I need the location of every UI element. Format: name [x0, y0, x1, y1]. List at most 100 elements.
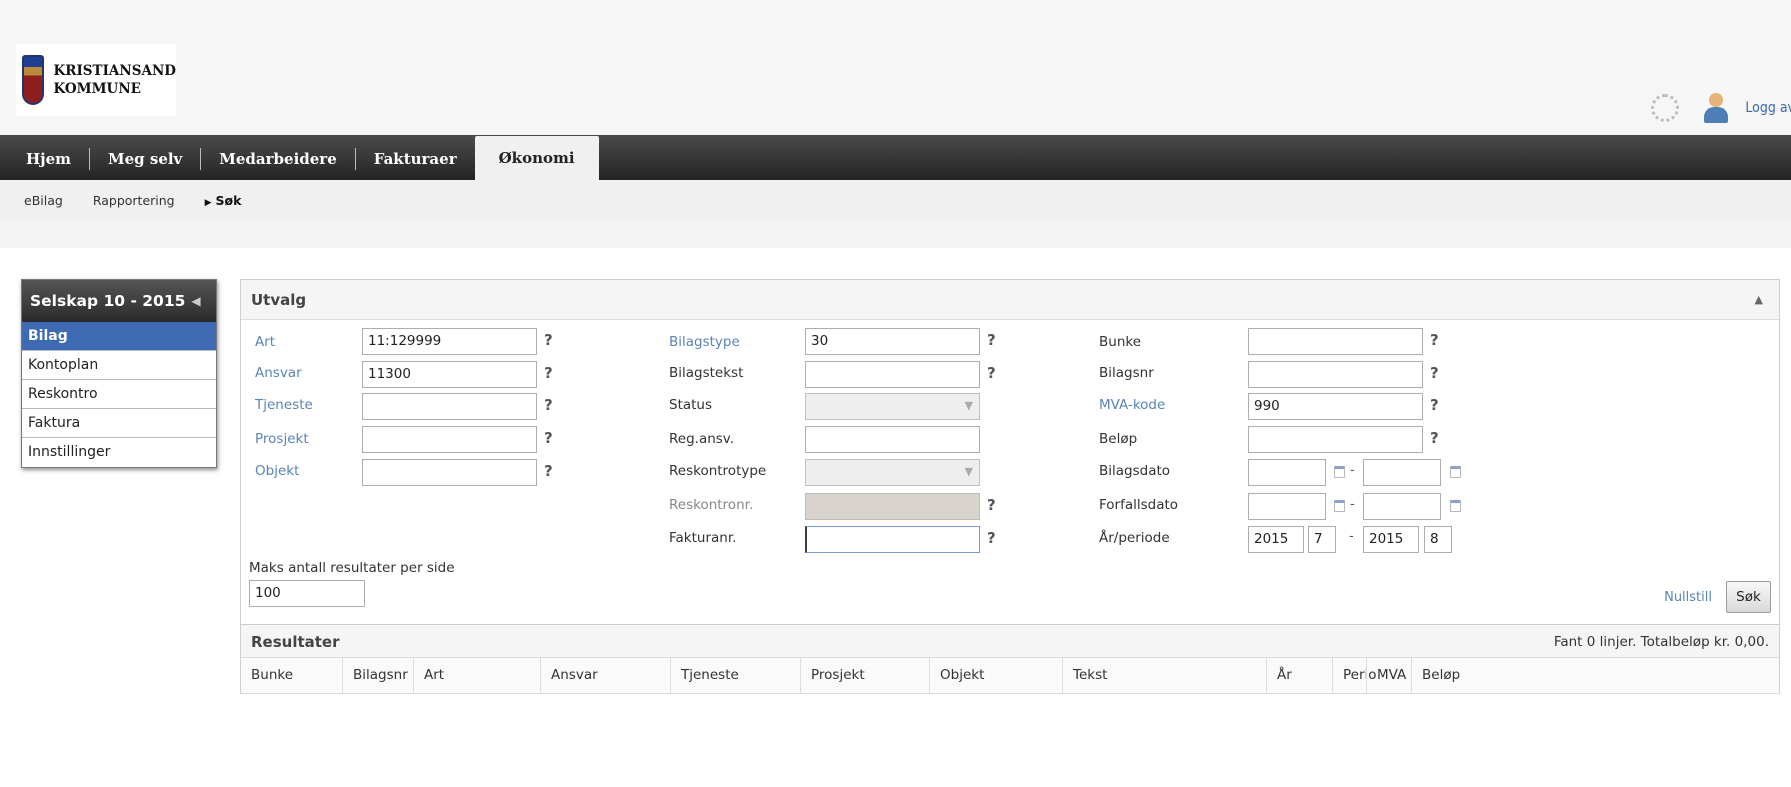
input-prosjekt[interactable] [362, 426, 537, 453]
label-prosjekt[interactable]: Prosjekt [255, 431, 309, 447]
input-bilagsnr[interactable] [1248, 361, 1423, 388]
left-menu-item-innstillinger[interactable]: Innstillinger [22, 438, 216, 467]
reset-link[interactable]: Nullstill [1664, 590, 1712, 605]
nav-item-meg-selv[interactable]: Meg selv [90, 138, 200, 180]
label-bilagsdato: Bilagsdato [1099, 463, 1171, 479]
left-menu-item-faktura[interactable]: Faktura [22, 409, 216, 438]
subnav-item-ebilag[interactable]: eBilag [24, 193, 63, 208]
left-menu-item-bilag[interactable]: Bilag [22, 322, 216, 351]
col-header-bunke[interactable]: Bunke [241, 658, 342, 694]
logout-link[interactable]: Logg av [1745, 100, 1791, 116]
input-bilagsdato-to[interactable] [1363, 459, 1441, 486]
label-forfallsdato: Forfallsdato [1099, 497, 1179, 513]
subnav-item-sok[interactable]: ▶ Søk [205, 193, 242, 208]
nav-item-medarbeidere[interactable]: Medarbeidere [201, 138, 354, 180]
sub-nav: eBilag Rapportering ▶ Søk [0, 180, 1791, 220]
input-bilagstekst[interactable] [805, 361, 980, 388]
col-header-belop[interactable]: Beløp [1411, 658, 1779, 694]
label-tjeneste[interactable]: Tjeneste [255, 397, 313, 413]
collapse-left-icon[interactable]: ◀ [191, 294, 200, 308]
col-header-ar[interactable]: År [1266, 658, 1332, 694]
help-bilagsnr[interactable]: ? [1430, 364, 1439, 382]
label-reskontronr: Reskontronr. [669, 497, 754, 513]
col-header-mva[interactable]: MVA [1366, 658, 1411, 694]
search-button[interactable]: Søk [1726, 581, 1771, 613]
label-bilagstekst: Bilagstekst [669, 365, 744, 381]
nav-item-okonomi[interactable]: Økonomi [474, 136, 599, 180]
utvalg-panel: Utvalg ▲ Art 11:129999 ? Ansvar 11300 ? … [240, 279, 1780, 694]
calendar-icon[interactable] [1450, 500, 1461, 512]
gear-icon[interactable] [1651, 94, 1680, 122]
input-fakturanr[interactable] [805, 526, 980, 553]
label-status: Status [669, 397, 713, 413]
chevron-down-icon: ▼ [964, 465, 973, 478]
left-menu-item-reskontro[interactable]: Reskontro [22, 380, 216, 409]
input-art[interactable]: 11:129999 [362, 328, 537, 355]
help-objekt[interactable]: ? [544, 462, 553, 480]
left-menu-item-kontoplan[interactable]: Kontoplan [22, 351, 216, 380]
label-bilagsnr: Bilagsnr [1099, 365, 1154, 381]
input-reg-ansv[interactable] [805, 426, 980, 453]
range-separator: - [1350, 497, 1355, 512]
help-bilagstekst[interactable]: ? [987, 364, 996, 382]
calendar-icon[interactable] [1450, 466, 1461, 478]
input-period-to[interactable]: 8 [1424, 526, 1452, 553]
left-menu-header: Selskap 10 - 2015 ◀ [22, 280, 216, 322]
input-forfallsdato-from[interactable] [1248, 493, 1326, 520]
label-reg-ansv: Reg.ansv. [669, 431, 735, 447]
left-menu: Selskap 10 - 2015 ◀ Bilag Kontoplan Resk… [21, 279, 217, 468]
input-year-from[interactable]: 2015 [1248, 526, 1304, 553]
range-separator: - [1349, 529, 1354, 544]
label-objekt[interactable]: Objekt [255, 463, 299, 479]
input-year-to[interactable]: 2015 [1363, 526, 1419, 553]
input-reskontronr [805, 493, 980, 520]
calendar-icon[interactable] [1334, 466, 1345, 478]
input-ansvar[interactable]: 11300 [362, 361, 537, 388]
col-header-bilagsnr[interactable]: Bilagsnr [342, 658, 413, 694]
help-prosjekt[interactable]: ? [544, 429, 553, 447]
help-bilagstype[interactable]: ? [987, 331, 996, 349]
chevron-down-icon: ▼ [964, 399, 973, 412]
col-header-objekt[interactable]: Objekt [929, 658, 1062, 694]
help-art[interactable]: ? [544, 331, 553, 349]
col-header-prosjekt[interactable]: Prosjekt [800, 658, 929, 694]
input-mva-kode[interactable]: 990 [1248, 393, 1423, 420]
input-belop[interactable] [1248, 426, 1423, 453]
col-header-tjeneste[interactable]: Tjeneste [670, 658, 800, 694]
nav-item-fakturaer[interactable]: Fakturaer [356, 138, 475, 180]
input-tjeneste[interactable] [362, 393, 537, 420]
label-mva-kode[interactable]: MVA-kode [1099, 397, 1165, 413]
help-tjeneste[interactable]: ? [544, 396, 553, 414]
input-bilagsdato-from[interactable] [1248, 459, 1326, 486]
user-icon[interactable] [1703, 93, 1729, 123]
subnav-item-rapportering[interactable]: Rapportering [93, 193, 175, 208]
input-bunke[interactable] [1248, 328, 1423, 355]
col-header-periode[interactable]: Perio [1332, 658, 1377, 694]
label-ansvar[interactable]: Ansvar [255, 365, 302, 381]
utvalg-title: Utvalg [251, 290, 307, 309]
chevron-up-icon[interactable]: ▲ [1755, 293, 1763, 306]
help-reskontronr[interactable]: ? [987, 496, 996, 514]
col-header-art[interactable]: Art [413, 658, 540, 694]
select-status[interactable]: ▼ [805, 393, 980, 420]
input-period-from[interactable]: 7 [1308, 526, 1336, 553]
help-belop[interactable]: ? [1430, 429, 1439, 447]
calendar-icon[interactable] [1334, 500, 1345, 512]
label-reskontrotype: Reskontrotype [669, 463, 767, 479]
nav-item-hjem[interactable]: Hjem [0, 138, 89, 180]
help-bunke[interactable]: ? [1430, 331, 1439, 349]
label-bilagstype[interactable]: Bilagstype [669, 334, 740, 350]
input-forfallsdato-to[interactable] [1363, 493, 1441, 520]
input-objekt[interactable] [362, 459, 537, 486]
col-header-tekst[interactable]: Tekst [1062, 658, 1266, 694]
help-fakturanr[interactable]: ? [987, 529, 996, 547]
label-art[interactable]: Art [255, 334, 275, 350]
coat-of-arms-icon [22, 55, 44, 105]
input-bilagstype[interactable]: 30 [805, 328, 980, 355]
subnav-item-sok-label: Søk [215, 192, 242, 208]
select-reskontrotype[interactable]: ▼ [805, 459, 980, 486]
help-ansvar[interactable]: ? [544, 364, 553, 382]
help-mva-kode[interactable]: ? [1430, 396, 1439, 414]
col-header-ansvar[interactable]: Ansvar [540, 658, 670, 694]
max-results-input[interactable]: 100 [249, 580, 365, 607]
